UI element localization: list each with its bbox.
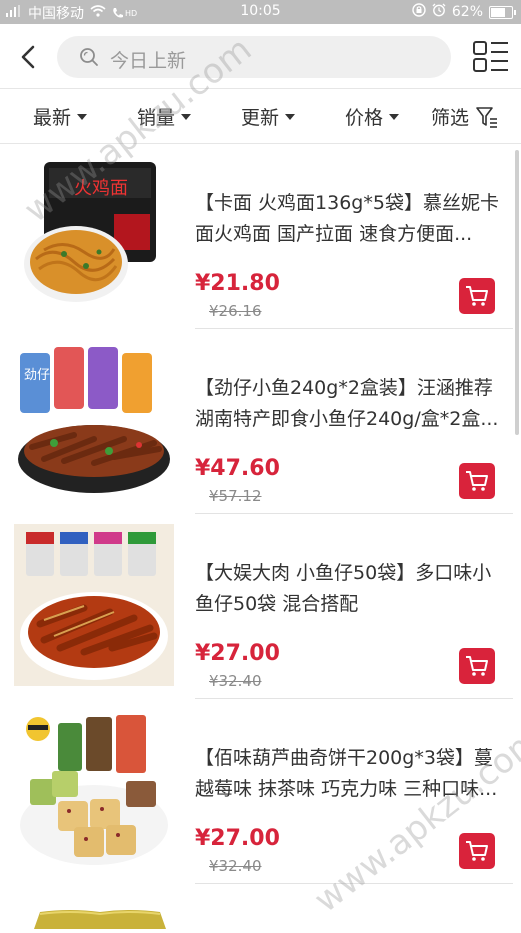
- search-bar[interactable]: 今日上新: [57, 36, 451, 78]
- cart-icon: [466, 841, 488, 861]
- filter-tab-latest[interactable]: 最新: [33, 103, 88, 130]
- package-label: 火鸡面: [74, 178, 128, 199]
- filter-tab-sales[interactable]: 销量: [137, 103, 192, 130]
- caret-down-icon: [77, 113, 88, 120]
- battery-icon: [489, 5, 516, 19]
- filter-funnel-icon: [476, 106, 498, 128]
- add-to-cart-button[interactable]: [459, 463, 495, 499]
- product-image-partial: [30, 908, 170, 929]
- product-title[interactable]: 【大娱大肉 小鱼仔50袋】多口味小鱼仔50袋 混合搭配: [195, 558, 507, 620]
- filter-tab-label: 销量: [137, 107, 176, 129]
- alarm-icon: [432, 3, 446, 21]
- add-to-cart-button[interactable]: [459, 833, 495, 869]
- filter-tab-price[interactable]: 价格: [345, 103, 400, 130]
- product-original-price: ¥32.40: [209, 672, 262, 690]
- product-image: 劲仔: [14, 339, 174, 501]
- cart-icon: [466, 286, 488, 306]
- view-toggle-button[interactable]: [472, 40, 510, 74]
- product-item[interactable]: 【大娱大肉 小鱼仔50袋】多口味小鱼仔50袋 混合搭配 ¥27.00 ¥32.4…: [0, 514, 521, 699]
- product-image: 火鸡面: [14, 154, 174, 316]
- add-to-cart-button[interactable]: [459, 648, 495, 684]
- top-bar: 今日上新: [0, 24, 521, 89]
- product-title[interactable]: 【卡面 火鸡面136g*5袋】慕丝妮卡面火鸡面 国产拉面 速食方便面...: [195, 188, 507, 250]
- chevron-left-icon: [21, 45, 35, 69]
- product-original-price: ¥26.16: [209, 302, 262, 320]
- product-price: ¥27.00: [195, 641, 280, 666]
- add-to-cart-button[interactable]: [459, 278, 495, 314]
- back-button[interactable]: [14, 42, 44, 72]
- divider: [195, 883, 513, 884]
- filter-tab-label: 价格: [345, 107, 384, 129]
- product-image: [14, 524, 174, 686]
- filter-tab-label: 筛选: [431, 107, 470, 129]
- filter-bar: 最新 销量 更新 价格 筛选: [0, 89, 521, 144]
- lock-rotation-icon: [412, 3, 426, 21]
- cart-icon: [466, 471, 488, 491]
- product-price: ¥21.80: [195, 271, 280, 296]
- product-title[interactable]: 【劲仔小鱼240g*2盒装】汪涵推荐湖南特产即食小鱼仔240g/盒*2盒...: [195, 373, 507, 435]
- product-price: ¥47.60: [195, 456, 280, 481]
- battery-percent: 62%: [451, 4, 483, 20]
- product-item[interactable]: 劲仔 【劲仔小鱼240g*2盒装】汪涵推荐湖南特产即食小鱼仔240g/盒*2盒.…: [0, 329, 521, 514]
- search-placeholder: 今日上新: [110, 50, 187, 72]
- status-right: 62%: [412, 3, 516, 21]
- status-bar: 中国移动 HD 10:05 62%: [0, 0, 521, 24]
- battery-level: [491, 7, 505, 17]
- product-original-price: ¥57.12: [209, 487, 262, 505]
- caret-down-icon: [389, 113, 400, 120]
- filter-tab-screen[interactable]: 筛选: [431, 103, 499, 130]
- filter-tab-label: 更新: [241, 107, 280, 129]
- product-price: ¥27.00: [195, 826, 280, 851]
- caret-down-icon: [181, 113, 192, 120]
- filter-tab-label: 最新: [33, 107, 72, 129]
- scrollbar[interactable]: [515, 150, 519, 435]
- caret-down-icon: [285, 113, 296, 120]
- product-original-price: ¥32.40: [209, 857, 262, 875]
- product-item[interactable]: 火鸡面 【卡面 火鸡面136g*5袋】慕丝妮卡面火鸡面 国产拉面 速食方便面..…: [0, 144, 521, 329]
- filter-tab-updated[interactable]: 更新: [241, 103, 296, 130]
- search-icon: [80, 48, 98, 66]
- product-image: [14, 709, 174, 871]
- cart-icon: [466, 656, 488, 676]
- list-grid-icon: [473, 41, 508, 72]
- package-label: 劲仔: [24, 368, 50, 383]
- product-title[interactable]: 【佰味葫芦曲奇饼干200g*3袋】蔓越莓味 抹茶味 巧克力味 三种口味...: [195, 743, 507, 805]
- product-item[interactable]: 【佰味葫芦曲奇饼干200g*3袋】蔓越莓味 抹茶味 巧克力味 三种口味... ¥…: [0, 699, 521, 884]
